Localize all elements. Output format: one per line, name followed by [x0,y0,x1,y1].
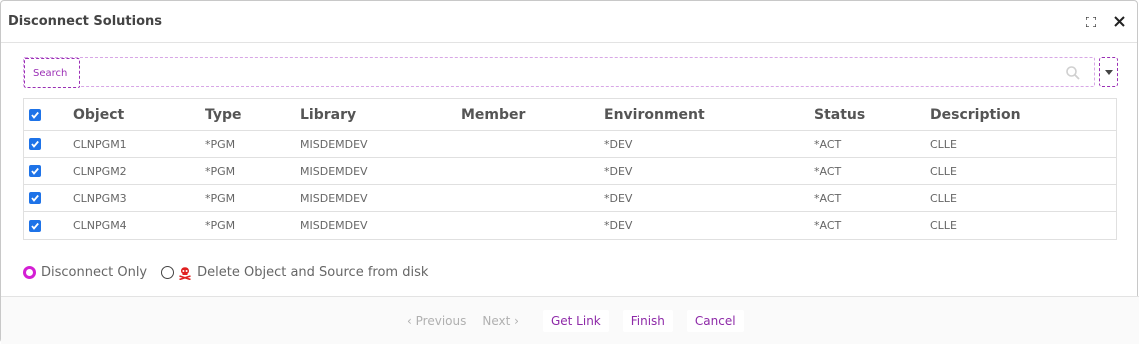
search-input[interactable]: Search [23,57,1095,88]
cell-description: CLLE [930,164,957,178]
disconnect-only-radio[interactable] [23,266,36,279]
check-icon [31,194,39,202]
cell-description: CLLE [930,137,957,151]
row-checkbox[interactable] [29,192,41,204]
disconnect-only-label[interactable]: Disconnect Only [41,265,147,280]
dialog-title: Disconnect Solutions [8,14,162,29]
cell-description: CLLE [930,219,957,232]
table-row[interactable]: CLNPGM2 *PGM MISDEMDEV *DEV *ACT CLLE [24,158,1116,185]
cell-environment: *DEV [604,219,633,232]
column-header-description[interactable]: Description [930,99,1021,130]
cancel-button[interactable]: Cancel [686,310,744,332]
cell-type: *PGM [205,219,236,232]
row-select-cell [29,185,41,211]
cell-library: MISDEMDEV [300,137,368,151]
dialog-footer: ‹ Previous Next › Get Link Finish Cancel [1,296,1139,344]
next-label: Next [482,314,511,328]
delete-object-radio[interactable] [161,266,175,279]
cell-status: *ACT [814,164,842,178]
table-row[interactable]: CLNPGM4 *PGM MISDEMDEV *DEV *ACT CLLE [24,212,1116,239]
cell-environment: *DEV [604,191,633,205]
dialog-titlebar: Disconnect Solutions [1,1,1137,43]
cell-status: *ACT [814,191,842,205]
filter-dropdown-button[interactable] [1099,57,1118,87]
column-header-library[interactable]: Library [300,99,356,130]
check-icon [31,222,39,230]
title-actions [1083,14,1127,30]
cell-library: MISDEMDEV [300,191,368,205]
cell-object: CLNPGM1 [73,137,127,151]
cell-environment: *DEV [604,164,633,178]
disconnect-options: Disconnect Only Delete Object and Source… [23,265,428,280]
cell-object: CLNPGM4 [73,219,127,232]
get-link-button[interactable]: Get Link [542,310,609,332]
disconnect-solutions-dialog: Disconnect Solutions Search Object Type … [0,0,1139,344]
table-header-row: Object Type Library Member Environment S… [24,99,1116,131]
delete-object-label[interactable]: Delete Object and Source from disk [197,265,428,280]
cell-type: *PGM [205,164,236,178]
select-all-cell [29,99,41,130]
row-select-cell [29,212,41,239]
cell-type: *PGM [205,191,236,205]
cell-object: CLNPGM3 [73,191,127,205]
cell-description: CLLE [930,191,957,205]
check-icon [31,111,39,119]
column-header-member[interactable]: Member [461,99,525,130]
objects-table: Object Type Library Member Environment S… [23,98,1117,240]
close-icon[interactable] [1111,14,1127,30]
search-row: Search [23,57,1118,88]
cell-type: *PGM [205,137,236,151]
row-select-cell [29,131,41,157]
search-label: Search [24,58,80,88]
select-all-checkbox[interactable] [29,108,41,121]
skull-crossbones-icon [178,266,192,280]
column-header-object[interactable]: Object [73,99,124,130]
table-row[interactable]: CLNPGM3 *PGM MISDEMDEV *DEV *ACT CLLE [24,185,1116,212]
chevron-right-icon: › [514,314,519,328]
check-icon [31,140,39,148]
search-icon[interactable] [1066,65,1080,84]
chevron-left-icon: ‹ [407,314,412,328]
row-select-cell [29,158,41,184]
maximize-icon[interactable] [1083,14,1099,30]
column-header-environment[interactable]: Environment [604,99,705,130]
previous-label: Previous [415,314,467,328]
caret-down-icon [1104,69,1113,75]
previous-button[interactable]: ‹ Previous [399,310,474,332]
table-row[interactable]: CLNPGM1 *PGM MISDEMDEV *DEV *ACT CLLE [24,131,1116,158]
cell-library: MISDEMDEV [300,164,368,178]
column-header-type[interactable]: Type [205,99,242,130]
row-checkbox[interactable] [29,165,41,177]
column-header-status[interactable]: Status [814,99,865,130]
footer-buttons: ‹ Previous Next › Get Link Finish Cancel [399,310,744,332]
check-icon [31,167,39,175]
cell-library: MISDEMDEV [300,219,368,232]
next-button[interactable]: Next › [474,310,527,332]
cell-status: *ACT [814,219,842,232]
row-checkbox[interactable] [29,138,41,150]
row-checkbox[interactable] [29,219,41,232]
cell-status: *ACT [814,137,842,151]
finish-button[interactable]: Finish [622,310,673,332]
cell-object: CLNPGM2 [73,164,127,178]
cell-environment: *DEV [604,137,633,151]
